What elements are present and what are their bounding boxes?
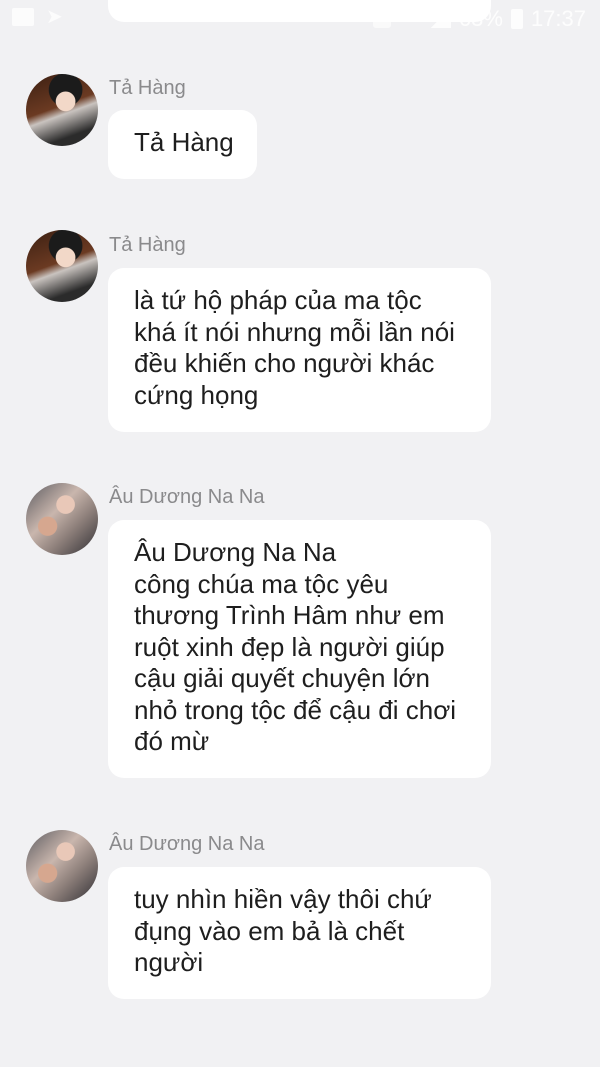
message-text-line: nhỏ trong tộc để cậu đi chơi <box>134 694 457 725</box>
message-text-line: cứng họng <box>134 379 259 410</box>
message-text-line: khá ít nói nhưng mỗi lần nói <box>134 316 455 347</box>
message-text-line: là tứ hộ pháp của ma tộc <box>134 285 422 315</box>
message-text-line: Tả Hàng <box>134 127 234 157</box>
avatar[interactable] <box>26 483 98 555</box>
sender-name: Âu Dương Na Na <box>109 833 265 855</box>
avatar[interactable] <box>26 230 98 302</box>
message-text-line: công chúa ma tộc yêu <box>134 568 389 599</box>
message-text-line: đều khiến cho người khác <box>134 348 435 378</box>
avatar[interactable] <box>26 830 98 902</box>
message-text-line: đó mừ <box>134 726 210 756</box>
message-bubble[interactable]: tuy nhìn hiền vậy thôi chứ đụng vào em b… <box>108 867 491 999</box>
message-text-line: người <box>134 947 204 977</box>
message-text-line: ruột xinh đẹp là người giúp <box>134 631 445 662</box>
sender-name: Tả Hàng <box>109 77 186 99</box>
message-bubble[interactable]: Âu Dương Na Na công chúa ma tộc yêu thươ… <box>108 520 491 778</box>
clock: 17:37 <box>530 6 586 31</box>
message-text-line: cậu giải quyết chuyện lớn <box>134 663 431 693</box>
message-text-line: Âu Dương Na Na <box>134 537 337 567</box>
message-text-line: tuy nhìn hiền vậy thôi chứ <box>134 884 432 914</box>
mail-icon <box>12 8 34 26</box>
message-bubble[interactable]: là tứ hộ pháp của ma tộc khá ít nói nhưn… <box>108 268 491 432</box>
sender-name: Âu Dương Na Na <box>109 486 265 508</box>
send-icon: ➤ <box>46 6 63 28</box>
sender-name: Tả Hàng <box>109 234 186 256</box>
avatar[interactable] <box>26 74 98 146</box>
message-text-line: đụng vào em bả là chết <box>134 915 405 946</box>
message-bubble[interactable]: Tả Hàng <box>108 110 257 179</box>
message-text-line: thương Trình Hâm như em <box>134 600 445 630</box>
previous-message-bubble[interactable] <box>108 0 491 22</box>
notification-icons: ➤ <box>12 6 68 28</box>
battery-icon <box>510 9 523 29</box>
